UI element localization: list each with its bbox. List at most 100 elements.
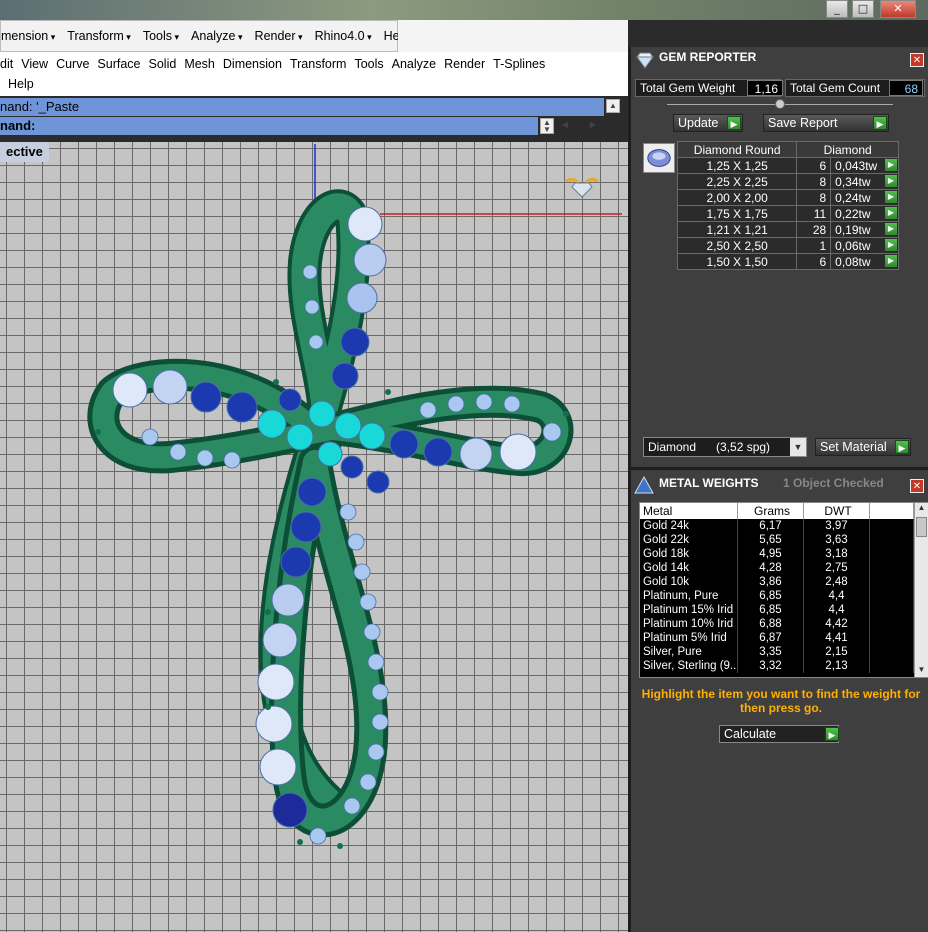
menu-tsplines[interactable]: T-Splines [493,57,553,71]
metal-weights-close-button[interactable]: ✕ [910,479,924,493]
metal-grams: 5,65 [738,533,804,547]
metal-name: Gold 10k [640,575,738,589]
metal-name: Gold 18k [640,547,738,561]
grams-header: Grams [738,503,804,519]
gem-row[interactable]: 1,75 X 1,75 11 0,22tw ▶ [676,205,899,222]
menu-transform-2[interactable]: Transform [290,57,355,71]
metal-name: Platinum 10% Irid [640,617,738,631]
calculate-button[interactable]: Calculate [719,725,839,743]
update-go-icon[interactable]: ▶ [727,116,741,130]
metal-row[interactable]: Silver, Sterling (9... 3,32 2,13 [640,659,914,673]
save-report-button[interactable]: Save Report [763,114,889,132]
metal-grams: 4,95 [738,547,804,561]
gem-row[interactable]: 1,25 X 1,25 6 0,043tw ▶ [676,157,899,174]
menu-mesh[interactable]: Mesh [184,57,223,71]
metal-row[interactable]: Gold 24k 6,17 3,97 [640,519,914,533]
menu-help-2[interactable]: Help [8,77,42,91]
set-material-go-icon[interactable]: ▶ [895,440,909,454]
gem-count: 8 [796,189,832,206]
menu-surface[interactable]: Surface [97,57,148,71]
gem-weight: 0,08tw [835,254,871,269]
metal-grams: 3,86 [738,575,804,589]
metal-grams: 6,17 [738,519,804,533]
menu-analyze[interactable]: Analyze [185,29,249,43]
gem-size: 1,75 X 1,75 [676,205,798,222]
gem-count: 11 [796,205,832,222]
section-divider [631,467,928,470]
spin-icon[interactable]: ▲ ▼ [540,118,554,134]
gem-row[interactable]: 2,50 X 2,50 1 0,06tw ▶ [676,237,899,254]
menu-render[interactable]: Render [249,29,309,43]
command-history: nand: '_Paste [0,98,604,116]
metal-row[interactable]: Gold 22k 5,65 3,63 [640,533,914,547]
metal-grams: 3,35 [738,645,804,659]
gem-size: 1,25 X 1,25 [676,157,798,174]
row-go-icon[interactable]: ▶ [885,223,897,235]
close-button[interactable]: ✕ [880,0,916,18]
metal-row[interactable]: Silver, Pure 3,35 2,15 [640,645,914,659]
gem-row[interactable]: 1,21 X 1,21 28 0,19tw ▶ [676,221,899,238]
metal-grams: 4,28 [738,561,804,575]
menu-tools[interactable]: Tools [137,29,185,43]
row-go-icon[interactable]: ▶ [885,191,897,203]
metal-dwt: 3,18 [804,547,870,561]
gem-size: 1,50 X 1,50 [676,253,798,270]
scroll-up-icon[interactable]: ▲ [915,503,928,515]
gem-size: 1,21 X 1,21 [676,221,798,238]
gem-weight: 0,34tw [835,174,871,189]
menu-transform[interactable]: Transform [61,29,137,43]
metal-row[interactable]: Gold 10k 3,86 2,48 [640,575,914,589]
scroll-down-icon[interactable]: ▼ [915,665,928,677]
metal-list[interactable]: Metal Grams DWT Gold 24k 6,17 3,97 Gold 22… [639,502,928,678]
menu-rhino4[interactable]: Rhino4.0 [309,29,378,43]
splitter-handle-icon[interactable] [775,99,785,109]
menu-tools-2[interactable]: Tools [354,57,391,71]
metal-row[interactable]: Platinum 5% Irid 6,87 4,41 [640,631,914,645]
scroll-right-icon[interactable]: ▶ [586,119,600,133]
gem-count: 6 [796,253,832,270]
maximize-button[interactable]: □ [852,0,874,18]
gem-row[interactable]: 2,00 X 2,00 8 0,24tw ▶ [676,189,899,206]
metal-name: Platinum, Pure [640,589,738,603]
metal-row[interactable]: Platinum, Pure 6,85 4,4 [640,589,914,603]
menu-edit[interactable]: dit [0,57,21,71]
row-go-icon[interactable]: ▶ [885,239,897,251]
gem-row[interactable]: 1,50 X 1,50 6 0,08tw ▶ [676,253,899,270]
scroll-thumb[interactable] [916,517,927,537]
menu-dimension-2[interactable]: Dimension [223,57,290,71]
row-go-icon[interactable]: ▶ [885,175,897,187]
save-report-go-icon[interactable]: ▶ [873,116,887,130]
command-prompt[interactable]: nand: [0,117,538,135]
metal-list-scrollbar[interactable]: ▲ ▼ [914,503,928,677]
calculate-go-icon[interactable]: ▶ [825,727,839,741]
menu-render-2[interactable]: Render [444,57,493,71]
scroll-left-icon[interactable]: ◀ [558,119,572,133]
row-go-icon[interactable]: ▶ [885,255,897,267]
menu-analyze-2[interactable]: Analyze [392,57,444,71]
metal-name: Platinum 15% Irid [640,603,738,617]
minimize-button[interactable]: _ [826,0,848,18]
scroll-up-icon[interactable]: ▲ [606,99,620,113]
metal-dwt: 3,63 [804,533,870,547]
menu-solid[interactable]: Solid [149,57,185,71]
main-menu-bar: mension Transform Tools Analyze Render R… [0,20,409,52]
gem-row[interactable]: 2,25 X 2,25 8 0,34tw ▶ [676,173,899,190]
menu-curve[interactable]: Curve [56,57,97,71]
metal-row[interactable]: Platinum 15% Irid 6,85 4,4 [640,603,914,617]
perspective-viewport[interactable]: ective [0,142,628,932]
menu-dimension[interactable]: mension [1,29,61,43]
material-select[interactable]: Diamond (3,52 spg) ▼ [643,437,807,457]
gem-size: 2,25 X 2,25 [676,173,798,190]
row-go-icon[interactable]: ▶ [885,207,897,219]
total-gem-count-value: 68 [889,80,923,96]
row-go-icon[interactable]: ▶ [885,159,897,171]
right-panel: GEM REPORTER ✕ Total Gem Weight 1,16 Tot… [628,47,928,932]
metal-grams: 6,85 [738,589,804,603]
gem-type-header: Diamond [796,141,899,158]
metal-row[interactable]: Platinum 10% Irid 6,88 4,42 [640,617,914,631]
metal-row[interactable]: Gold 14k 4,28 2,75 [640,561,914,575]
chevron-down-icon[interactable]: ▼ [790,438,806,456]
gem-reporter-close-button[interactable]: ✕ [910,53,924,67]
metal-row[interactable]: Gold 18k 4,95 3,18 [640,547,914,561]
menu-view[interactable]: View [21,57,56,71]
